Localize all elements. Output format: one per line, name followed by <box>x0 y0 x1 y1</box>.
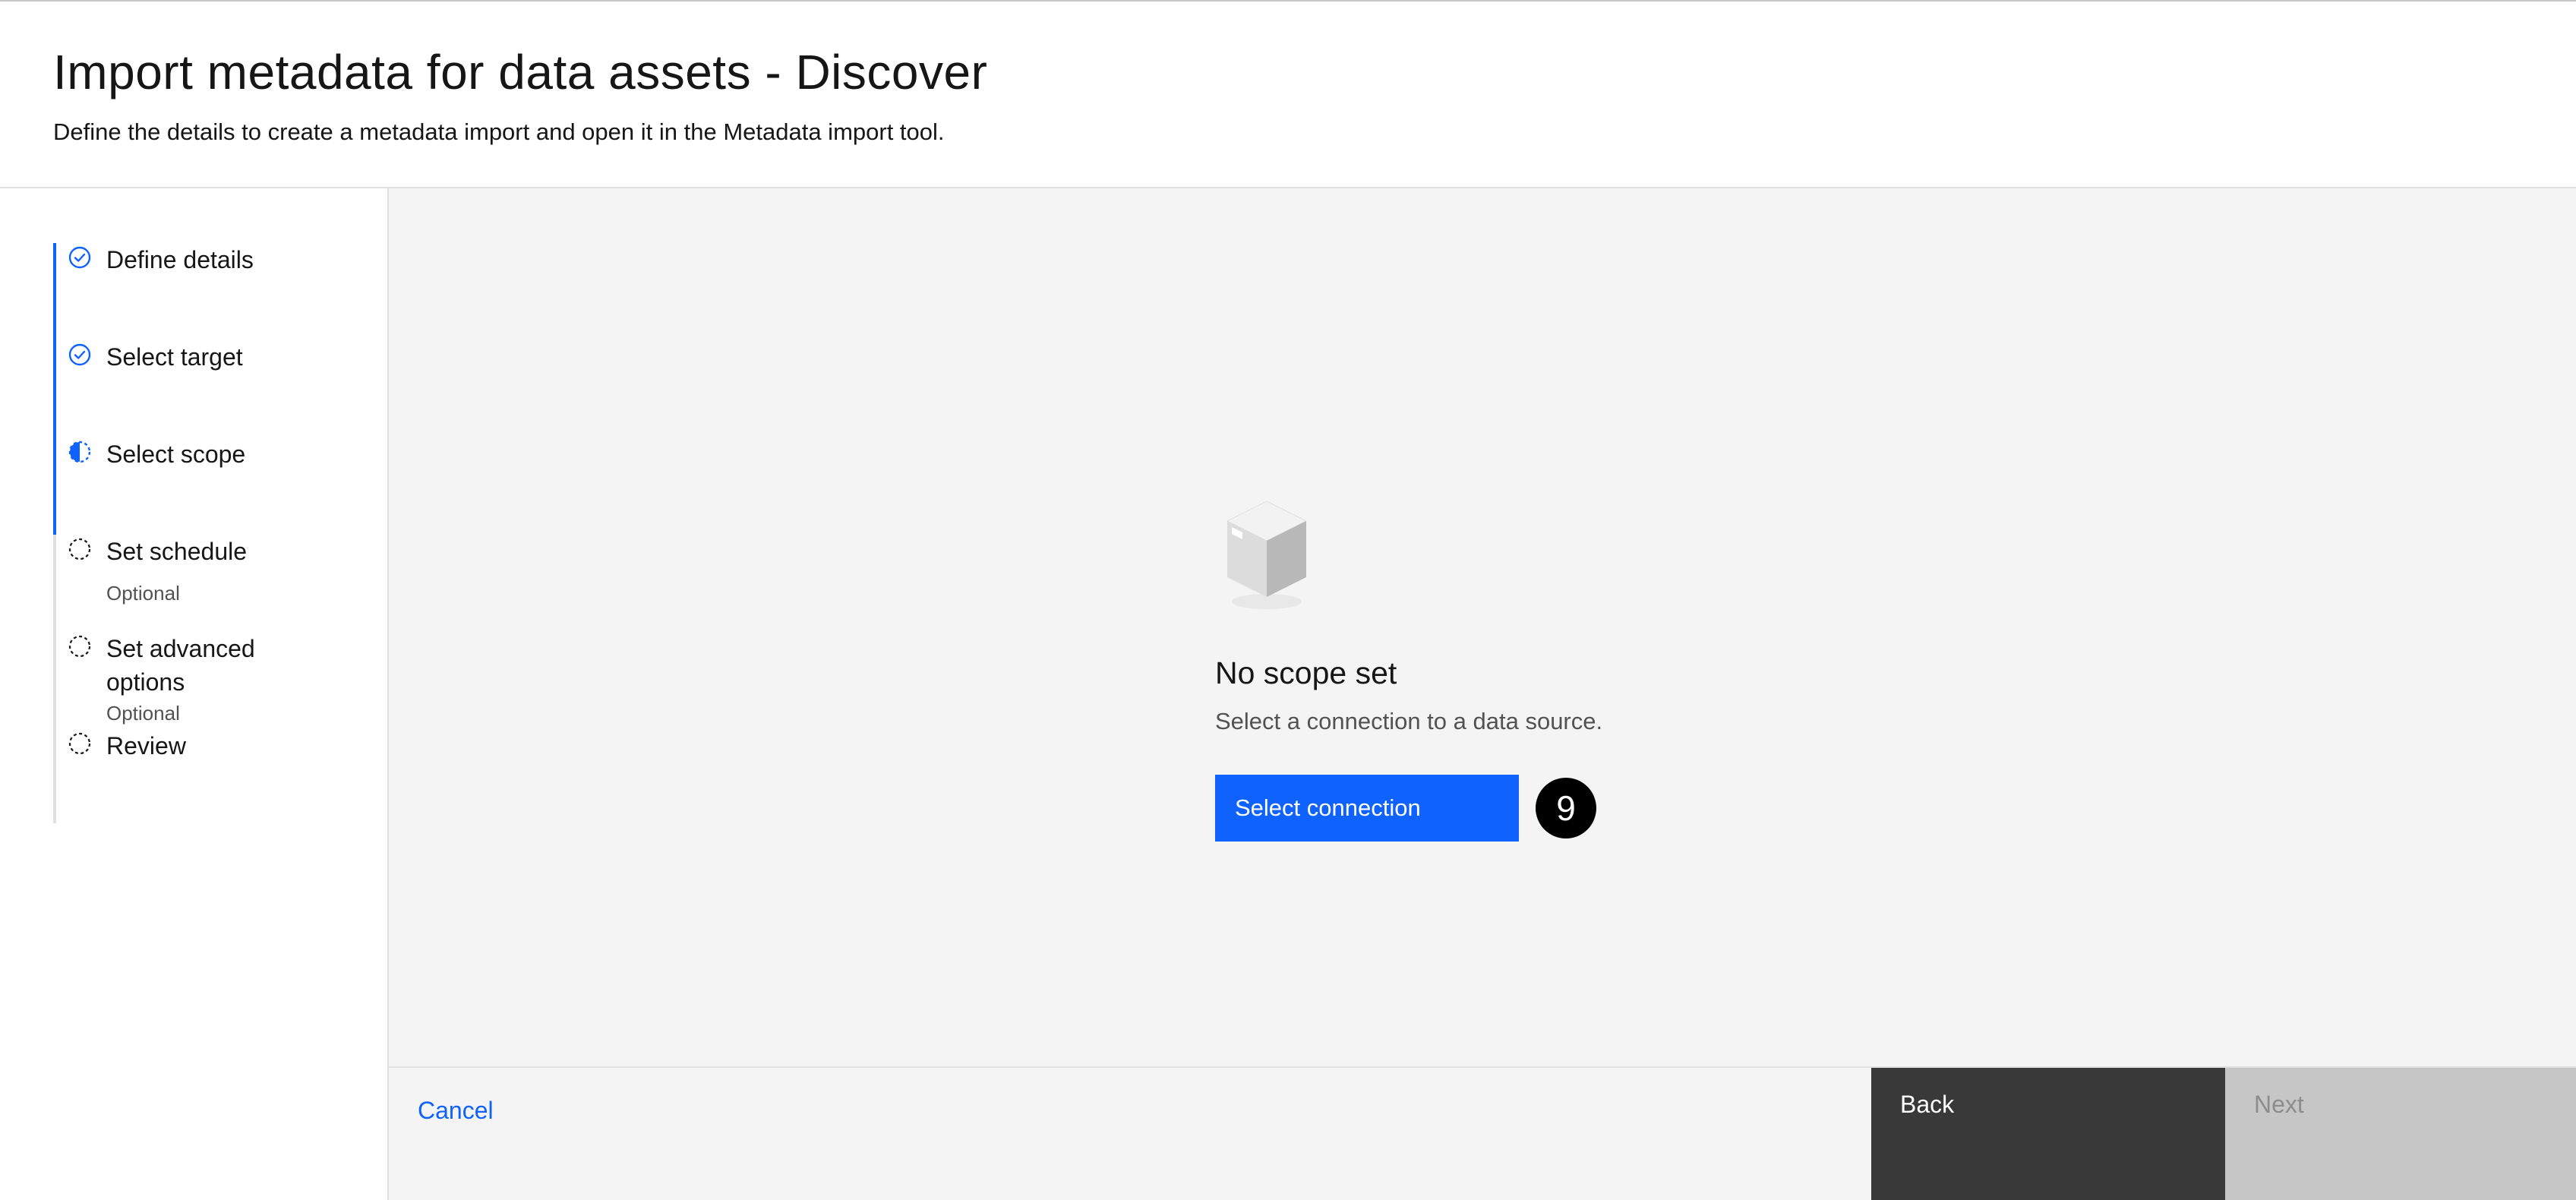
step-number-badge: 9 <box>1536 778 1596 838</box>
checkmark-circle-icon <box>68 246 91 269</box>
step-set-advanced-options[interactable]: Set advanced options Optional <box>67 632 255 725</box>
step-optional-label: Optional <box>106 702 180 725</box>
progress-fill <box>53 243 56 535</box>
step-set-schedule[interactable]: Set schedule Optional <box>67 535 247 605</box>
progress-sidebar: Define details Select target Select scop… <box>0 188 389 1200</box>
page-header: Import metadata for data assets - Discov… <box>0 0 2576 188</box>
dashed-circle-icon <box>68 538 91 561</box>
page-subtitle: Define the details to create a metadata … <box>53 118 945 145</box>
main-content: No scope set Select a connection to a da… <box>389 188 2576 1066</box>
dashed-circle-icon <box>68 635 91 658</box>
step-define-details[interactable]: Define details <box>67 243 254 276</box>
step-label: Define details <box>106 246 254 273</box>
metadata-import-page: Import metadata for data assets - Discov… <box>0 0 2576 1200</box>
back-button[interactable]: Back <box>1871 1068 2225 1200</box>
step-label: Set schedule <box>106 538 248 565</box>
empty-state-title: No scope set <box>1215 655 1397 690</box>
cancel-button[interactable]: Cancel <box>418 1097 494 1125</box>
empty-state-description: Select a connection to a data source. <box>1215 708 1603 734</box>
page-title: Import metadata for data assets - Discov… <box>53 45 988 99</box>
step-label-line1: Set advanced <box>106 635 255 662</box>
next-button[interactable]: Next <box>2225 1068 2576 1200</box>
step-optional-label: Optional <box>106 582 180 605</box>
half-filled-circle-icon <box>68 441 91 463</box>
box-icon <box>1226 501 1308 609</box>
checkmark-circle-icon <box>68 343 91 366</box>
empty-state-actions: Select connection 9 <box>1215 775 1747 842</box>
step-select-scope[interactable]: Select scope <box>67 437 245 471</box>
step-label: Select scope <box>106 441 246 468</box>
select-connection-button[interactable]: Select connection <box>1215 775 1519 842</box>
wizard-footer: Cancel Back Next <box>389 1066 2576 1200</box>
dashed-circle-icon <box>68 732 91 755</box>
step-label: Review <box>106 732 186 759</box>
empty-state: No scope set Select a connection to a da… <box>1215 494 1747 842</box>
step-label-line2: options <box>106 668 185 696</box>
step-select-target[interactable]: Select target <box>67 340 243 374</box>
step-label: Select target <box>106 343 243 371</box>
step-review[interactable]: Review <box>67 729 186 763</box>
